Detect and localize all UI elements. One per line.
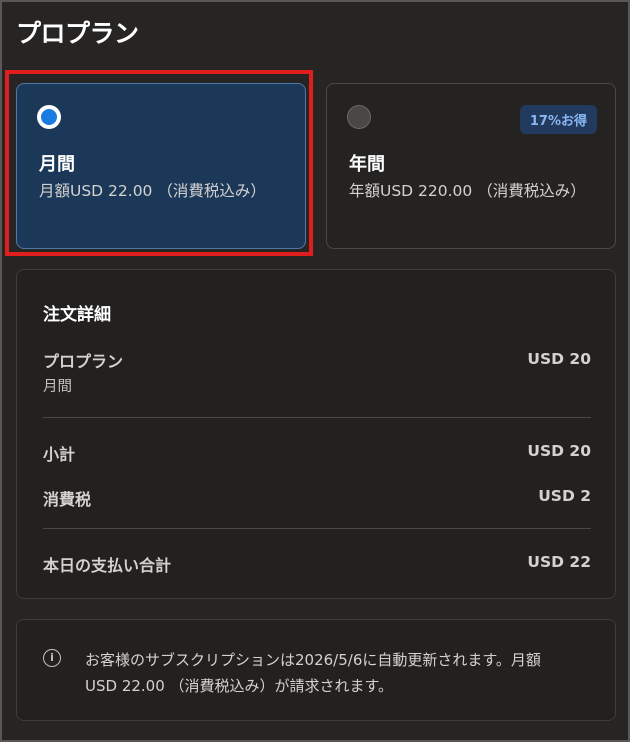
order-details-title: 注文詳細 <box>43 305 111 325</box>
subtotal-label: 小計 <box>43 445 76 464</box>
plan-option-yearly[interactable]: 17%お得 年間 年額USD 220.00 （消費税込み） <box>326 83 616 249</box>
total-amount: USD 22 <box>527 553 591 571</box>
radio-selected-icon[interactable] <box>37 105 61 129</box>
renewal-notice: i お客様のサブスクリプションは2026/5/6に自動更新されます。月額USD … <box>16 619 616 721</box>
tax-amount: USD 2 <box>538 487 591 505</box>
divider <box>43 417 591 418</box>
renewal-notice-text: お客様のサブスクリプションは2026/5/6に自動更新されます。月額USD 22… <box>85 651 541 695</box>
line-item-period: 月間 <box>43 379 72 395</box>
order-details-card: 注文詳細 プロプラン 月間 USD 20 小計 USD 20 消費税 USD 2… <box>16 269 616 599</box>
plan-price: 月額USD 22.00 （消費税込み） <box>39 182 266 200</box>
total-label: 本日の支払い合計 <box>43 556 172 575</box>
plan-name: 年間 <box>349 154 385 175</box>
plan-option-monthly[interactable]: 月間 月額USD 22.00 （消費税込み） <box>16 83 306 249</box>
discount-badge: 17%お得 <box>519 105 597 134</box>
subtotal-amount: USD 20 <box>527 442 591 460</box>
plan-name: 月間 <box>39 154 75 175</box>
plan-price: 年額USD 220.00 （消費税込み） <box>349 182 586 200</box>
page-title: プロプラン <box>16 19 139 48</box>
tax-label: 消費税 <box>43 490 92 509</box>
info-icon: i <box>43 649 61 667</box>
divider <box>43 528 591 529</box>
line-item-label: プロプラン <box>43 352 124 371</box>
plan-selection-panel: プロプラン 月間 月額USD 22.00 （消費税込み） 17%お得 年間 年額… <box>0 0 630 742</box>
radio-unselected-icon[interactable] <box>347 105 371 129</box>
line-item-amount: USD 20 <box>527 350 591 368</box>
